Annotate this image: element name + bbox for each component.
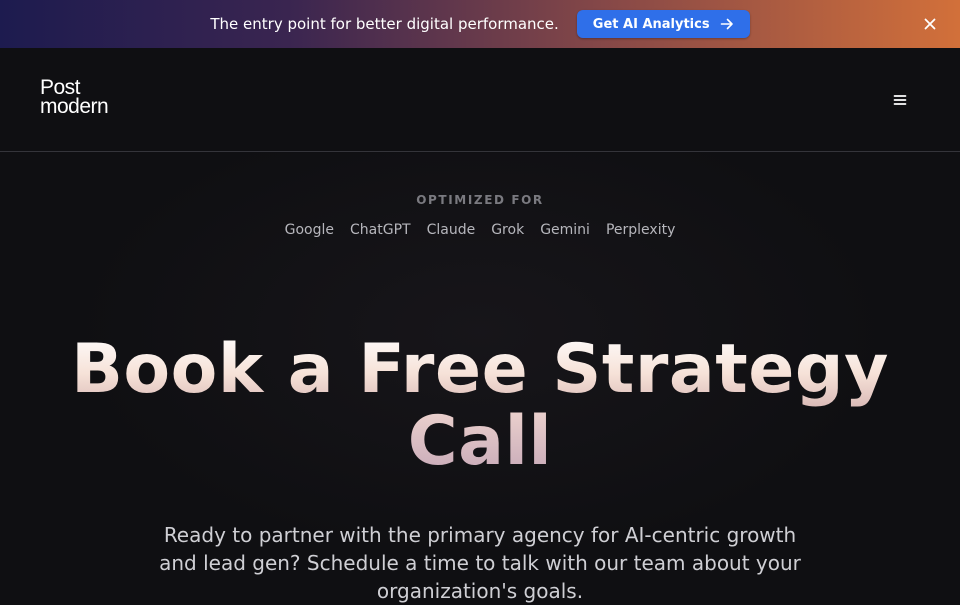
headline-line-1: Book a Free Strategy: [71, 330, 889, 409]
headline-line-2: Call: [407, 402, 553, 481]
page-title: Book a Free Strategy Call: [0, 334, 960, 478]
site-header: Post modern: [0, 48, 960, 152]
optimized-for-label: OPTIMIZED FOR: [416, 193, 544, 207]
arrow-right-icon: [720, 18, 733, 30]
close-icon: [924, 18, 936, 30]
platform-item-grok: Grok: [491, 222, 525, 238]
logo-line-2: modern: [40, 95, 109, 118]
close-banner-button[interactable]: [922, 16, 938, 32]
platform-item-chatgpt: ChatGPT: [350, 222, 411, 238]
platform-item-claude: Claude: [426, 222, 476, 238]
get-ai-analytics-label: Get AI Analytics: [592, 16, 710, 32]
menu-button[interactable]: [892, 92, 908, 108]
platform-item-gemini: Gemini: [540, 222, 590, 238]
hero-description: Ready to partner with the primary agency…: [159, 523, 801, 603]
announcement-banner: The entry point for better digital perfo…: [0, 0, 960, 48]
platform-item-perplexity: Perplexity: [605, 222, 676, 238]
postmodern-logo[interactable]: Post modern: [40, 77, 109, 118]
banner-text: The entry point for better digital perfo…: [210, 15, 559, 33]
hamburger-menu-icon: [893, 95, 907, 105]
platform-list: Google ChatGPT Claude Grok Gemini Perple…: [0, 222, 960, 238]
platform-item-google: Google: [284, 222, 335, 238]
get-ai-analytics-button[interactable]: Get AI Analytics: [576, 10, 750, 38]
